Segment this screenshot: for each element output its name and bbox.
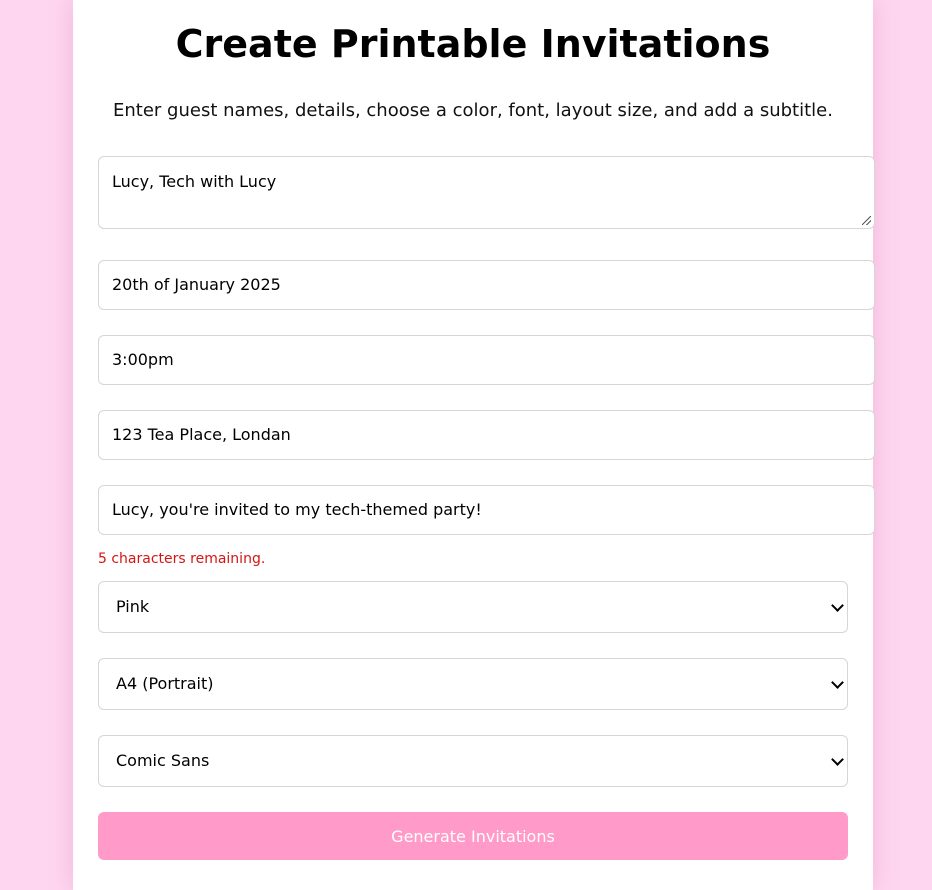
font-select-value: Comic Sans <box>116 751 210 770</box>
invite-subtitle-input[interactable]: Lucy, you're invited to my tech-themed p… <box>98 485 875 535</box>
page-title: Create Printable Invitations <box>175 22 771 66</box>
chevron-down-icon <box>831 599 844 612</box>
date-input[interactable]: 20th of January 2025 <box>98 260 875 310</box>
location-input[interactable]: 123 Tea Place, Londan <box>98 410 875 460</box>
time-input[interactable]: 3:00pm <box>98 335 875 385</box>
location-value: 123 Tea Place, Londan <box>112 425 291 444</box>
chevron-down-icon <box>831 676 844 689</box>
generate-invitations-button[interactable]: Generate Invitations <box>98 812 848 860</box>
character-counter: 5 characters remaining. <box>98 551 266 567</box>
layout-size-select[interactable]: A4 (Portrait) <box>98 658 848 710</box>
time-value: 3:00pm <box>112 350 174 369</box>
date-value: 20th of January 2025 <box>112 275 281 294</box>
page-instructions: Enter guest names, details, choose a col… <box>113 100 833 121</box>
layout-size-value: A4 (Portrait) <box>116 674 214 693</box>
color-select[interactable]: Pink <box>98 581 848 633</box>
guest-names-value: Lucy, Tech with Lucy <box>112 172 277 191</box>
chevron-down-icon <box>831 753 844 766</box>
guest-names-textarea[interactable]: Lucy, Tech with Lucy <box>98 156 875 229</box>
form-card: Create Printable Invitations Enter guest… <box>73 0 875 890</box>
font-select[interactable]: Comic Sans <box>98 735 848 787</box>
resize-handle-icon[interactable] <box>862 216 871 225</box>
color-select-value: Pink <box>116 597 150 616</box>
invite-subtitle-value: Lucy, you're invited to my tech-themed p… <box>112 500 482 519</box>
